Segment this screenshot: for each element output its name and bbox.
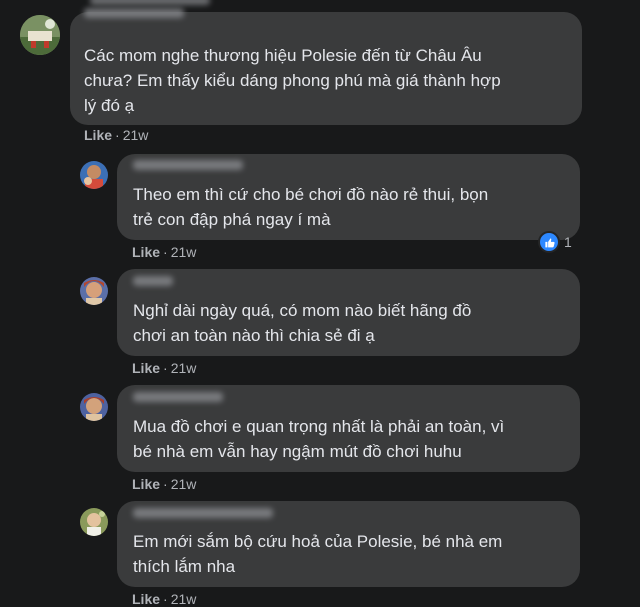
reaction-summary[interactable]: 1 <box>538 231 572 253</box>
like-button[interactable]: Like <box>132 244 160 260</box>
avatar[interactable] <box>80 277 108 305</box>
avatar-image <box>80 508 108 536</box>
timestamp[interactable]: 21w <box>171 244 197 260</box>
comment-bubble: Các mom nghe thương hiệu Polesie đến từ … <box>70 8 582 125</box>
timestamp[interactable]: 21w <box>123 127 149 143</box>
thumbs-up-icon <box>538 231 560 253</box>
like-button[interactable]: Like <box>132 476 160 492</box>
avatar[interactable] <box>80 161 108 189</box>
reaction-count: 1 <box>564 234 572 250</box>
blurred-author-name <box>133 508 273 518</box>
comment-bubble: Nghỉ dài ngày quá, có mom nào biết hãng … <box>117 269 580 356</box>
comment-text: Mua đồ chơi e quan trọng nhất là phải an… <box>133 417 505 461</box>
avatar[interactable] <box>80 508 108 536</box>
timestamp[interactable]: 21w <box>171 591 197 607</box>
avatar[interactable] <box>80 393 108 421</box>
comment-bubble: Em mới sắm bộ cứu hoả của Polesie, bé nh… <box>117 501 580 587</box>
comment-meta: Like · 21w <box>84 127 149 143</box>
comment-text: Các mom nghe thương hiệu Polesie đến từ … <box>84 46 501 115</box>
like-button[interactable]: Like <box>132 360 160 376</box>
comment-meta: Like · 21w <box>132 244 197 260</box>
blurred-author-name <box>133 276 173 286</box>
comment-bubble: Theo em thì cứ cho bé chơi đồ nào rẻ thu… <box>117 154 580 240</box>
avatar-image <box>80 277 108 305</box>
comment-text: Theo em thì cứ cho bé chơi đồ nào rẻ thu… <box>133 185 489 229</box>
comment-text: Em mới sắm bộ cứu hoả của Polesie, bé nh… <box>133 532 503 576</box>
avatar-image <box>80 393 108 421</box>
timestamp[interactable]: 21w <box>171 476 197 492</box>
like-button[interactable]: Like <box>132 591 160 607</box>
avatar[interactable] <box>20 15 60 55</box>
comment-meta: Like · 21w <box>132 591 197 607</box>
avatar-image <box>80 161 108 189</box>
blurred-author-name <box>84 8 184 18</box>
comment-meta: Like · 21w <box>132 360 197 376</box>
blurred-author-name <box>133 160 243 170</box>
blurred-name-top <box>90 0 210 5</box>
comment-thread: Các mom nghe thương hiệu Polesie đến từ … <box>0 0 640 607</box>
avatar-image <box>20 15 60 55</box>
timestamp[interactable]: 21w <box>171 360 197 376</box>
blurred-author-name <box>133 392 223 402</box>
comment-text: Nghỉ dài ngày quá, có mom nào biết hãng … <box>133 301 472 345</box>
comment-meta: Like · 21w <box>132 476 197 492</box>
like-button[interactable]: Like <box>84 127 112 143</box>
comment-bubble: Mua đồ chơi e quan trọng nhất là phải an… <box>117 385 580 472</box>
